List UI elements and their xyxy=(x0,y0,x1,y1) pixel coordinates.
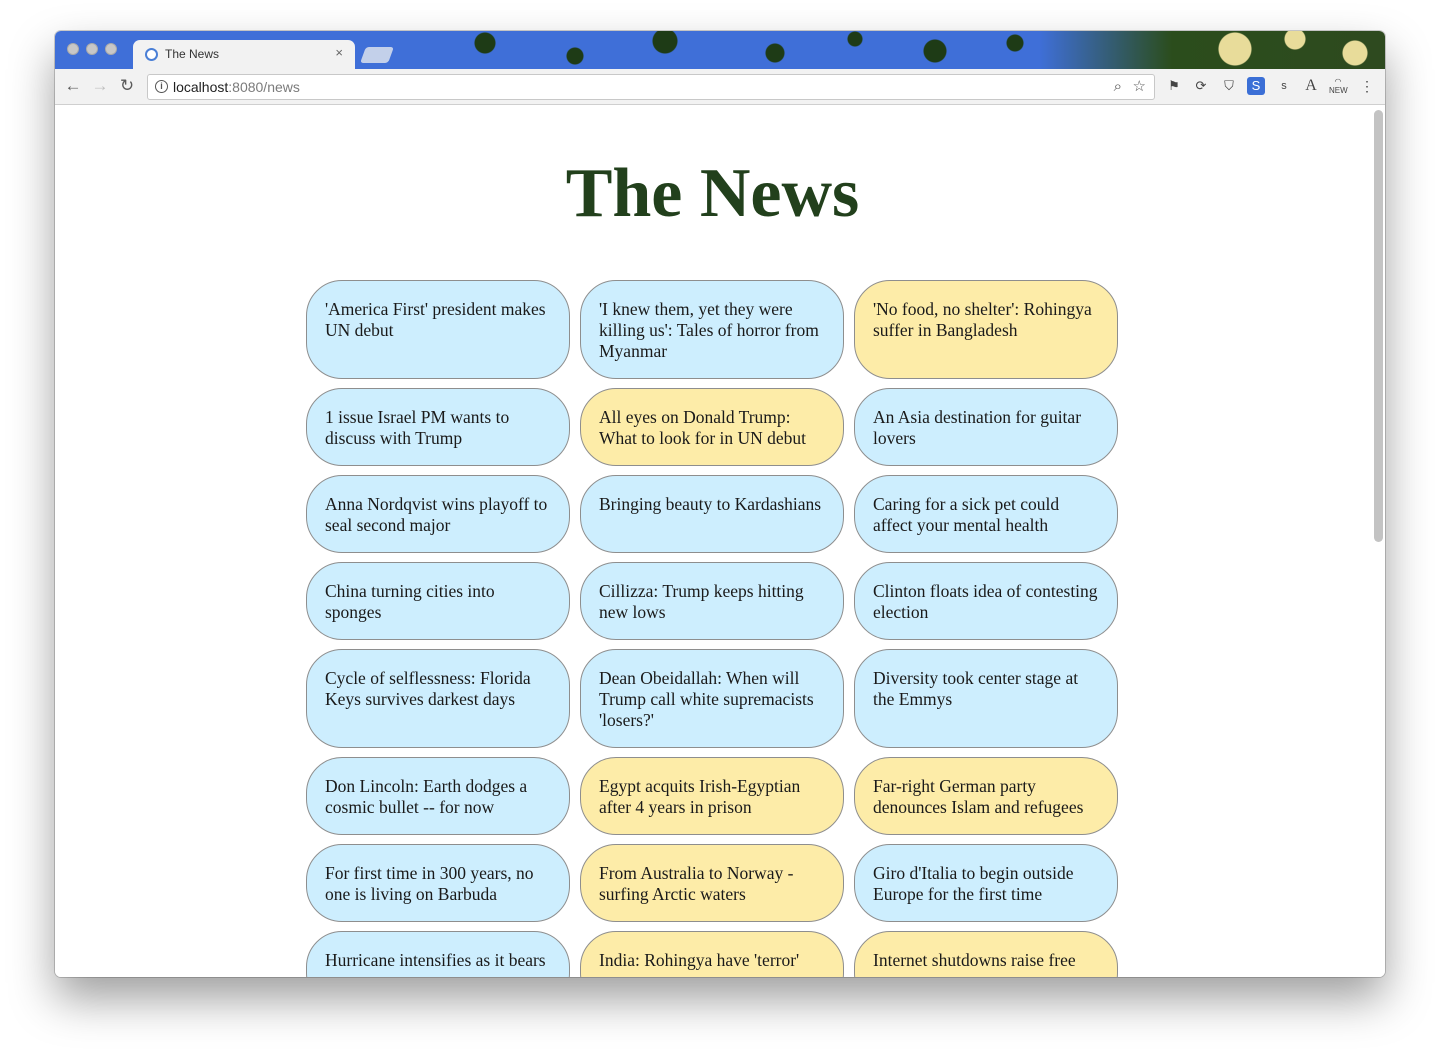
shield-icon[interactable]: ⛉ xyxy=(1220,77,1238,95)
news-card[interactable]: Giro d'Italia to begin outside Europe fo… xyxy=(854,844,1118,922)
close-window-button[interactable] xyxy=(67,43,79,55)
browser-window: The News × ← → ↻ i localhost:8080/news ⌕… xyxy=(55,31,1385,977)
new-tab-button[interactable] xyxy=(360,47,394,63)
page-viewport: The News 'America First' president makes… xyxy=(55,106,1385,977)
news-card[interactable]: All eyes on Donald Trump: What to look f… xyxy=(580,388,844,466)
menu-kebab-icon[interactable]: ⋮ xyxy=(1358,77,1376,95)
url-text: localhost:8080/news xyxy=(173,79,300,95)
back-arrow-icon[interactable]: ← xyxy=(62,75,84,97)
news-card[interactable]: Hurricane intensifies as it bears xyxy=(306,931,570,977)
news-card[interactable]: Egypt acquits Irish-Egyptian after 4 yea… xyxy=(580,757,844,835)
tab-strip: The News × xyxy=(55,31,1385,69)
news-card[interactable]: From Australia to Norway - surfing Arcti… xyxy=(580,844,844,922)
browser-toolbar: ← → ↻ i localhost:8080/news ⌕ ☆ ⚑ ⟳ ⛉ S … xyxy=(55,69,1385,105)
news-card[interactable]: Diversity took center stage at the Emmys xyxy=(854,649,1118,748)
address-bar[interactable]: i localhost:8080/news ⌕ ☆ xyxy=(147,74,1155,100)
news-card[interactable]: 'No food, no shelter': Rohingya suffer i… xyxy=(854,280,1118,379)
news-card[interactable]: Dean Obeidallah: When will Trump call wh… xyxy=(580,649,844,748)
news-grid: 'America First' president makes UN debut… xyxy=(306,280,1120,977)
reload-icon[interactable]: ↻ xyxy=(116,75,138,97)
s-extension-icon[interactable]: S xyxy=(1247,77,1265,95)
news-card[interactable]: 1 issue Israel PM wants to discuss with … xyxy=(306,388,570,466)
vertical-scrollbar[interactable] xyxy=(1374,110,1383,542)
news-card[interactable]: China turning cities into sponges xyxy=(306,562,570,640)
globe-icon xyxy=(145,48,158,61)
zoom-icon[interactable]: ⌕ xyxy=(1114,75,1122,99)
news-card[interactable]: An Asia destination for guitar lovers xyxy=(854,388,1118,466)
font-extension-icon[interactable]: A xyxy=(1302,77,1320,95)
news-card[interactable]: Don Lincoln: Earth dodges a cosmic bulle… xyxy=(306,757,570,835)
bookmark-flag-icon[interactable]: ⚑ xyxy=(1165,77,1183,95)
news-card[interactable]: Cycle of selflessness: Florida Keys surv… xyxy=(306,649,570,748)
news-card[interactable]: Clinton floats idea of contesting electi… xyxy=(854,562,1118,640)
tab-title: The News xyxy=(165,47,220,61)
page-title: The News xyxy=(565,155,860,232)
forward-arrow-icon[interactable]: → xyxy=(89,75,111,97)
new-badge-extension-icon[interactable]: ◠ NEW xyxy=(1329,77,1348,95)
script-extension-icon[interactable]: s xyxy=(1275,77,1293,95)
news-card[interactable]: Internet shutdowns raise free xyxy=(854,931,1118,977)
sync-extension-icon[interactable]: ⟳ xyxy=(1192,77,1210,95)
news-card[interactable]: 'America First' president makes UN debut xyxy=(306,280,570,379)
minimize-window-button[interactable] xyxy=(86,43,98,55)
news-card[interactable]: Caring for a sick pet could affect your … xyxy=(854,475,1118,553)
news-card[interactable]: Anna Nordqvist wins playoff to seal seco… xyxy=(306,475,570,553)
zoom-window-button[interactable] xyxy=(105,43,117,55)
news-card[interactable]: Cillizza: Trump keeps hitting new lows xyxy=(580,562,844,640)
news-card[interactable]: Far-right German party denounces Islam a… xyxy=(854,757,1118,835)
star-icon[interactable]: ☆ xyxy=(1133,75,1146,99)
news-card[interactable]: India: Rohingya have 'terror' xyxy=(580,931,844,977)
tab-the-news[interactable]: The News × xyxy=(133,40,355,69)
news-card[interactable]: Bringing beauty to Kardashians xyxy=(580,475,844,553)
news-card[interactable]: 'I knew them, yet they were killing us':… xyxy=(580,280,844,379)
news-card[interactable]: For first time in 300 years, no one is l… xyxy=(306,844,570,922)
close-tab-icon[interactable]: × xyxy=(335,45,343,60)
info-icon[interactable]: i xyxy=(155,80,168,93)
